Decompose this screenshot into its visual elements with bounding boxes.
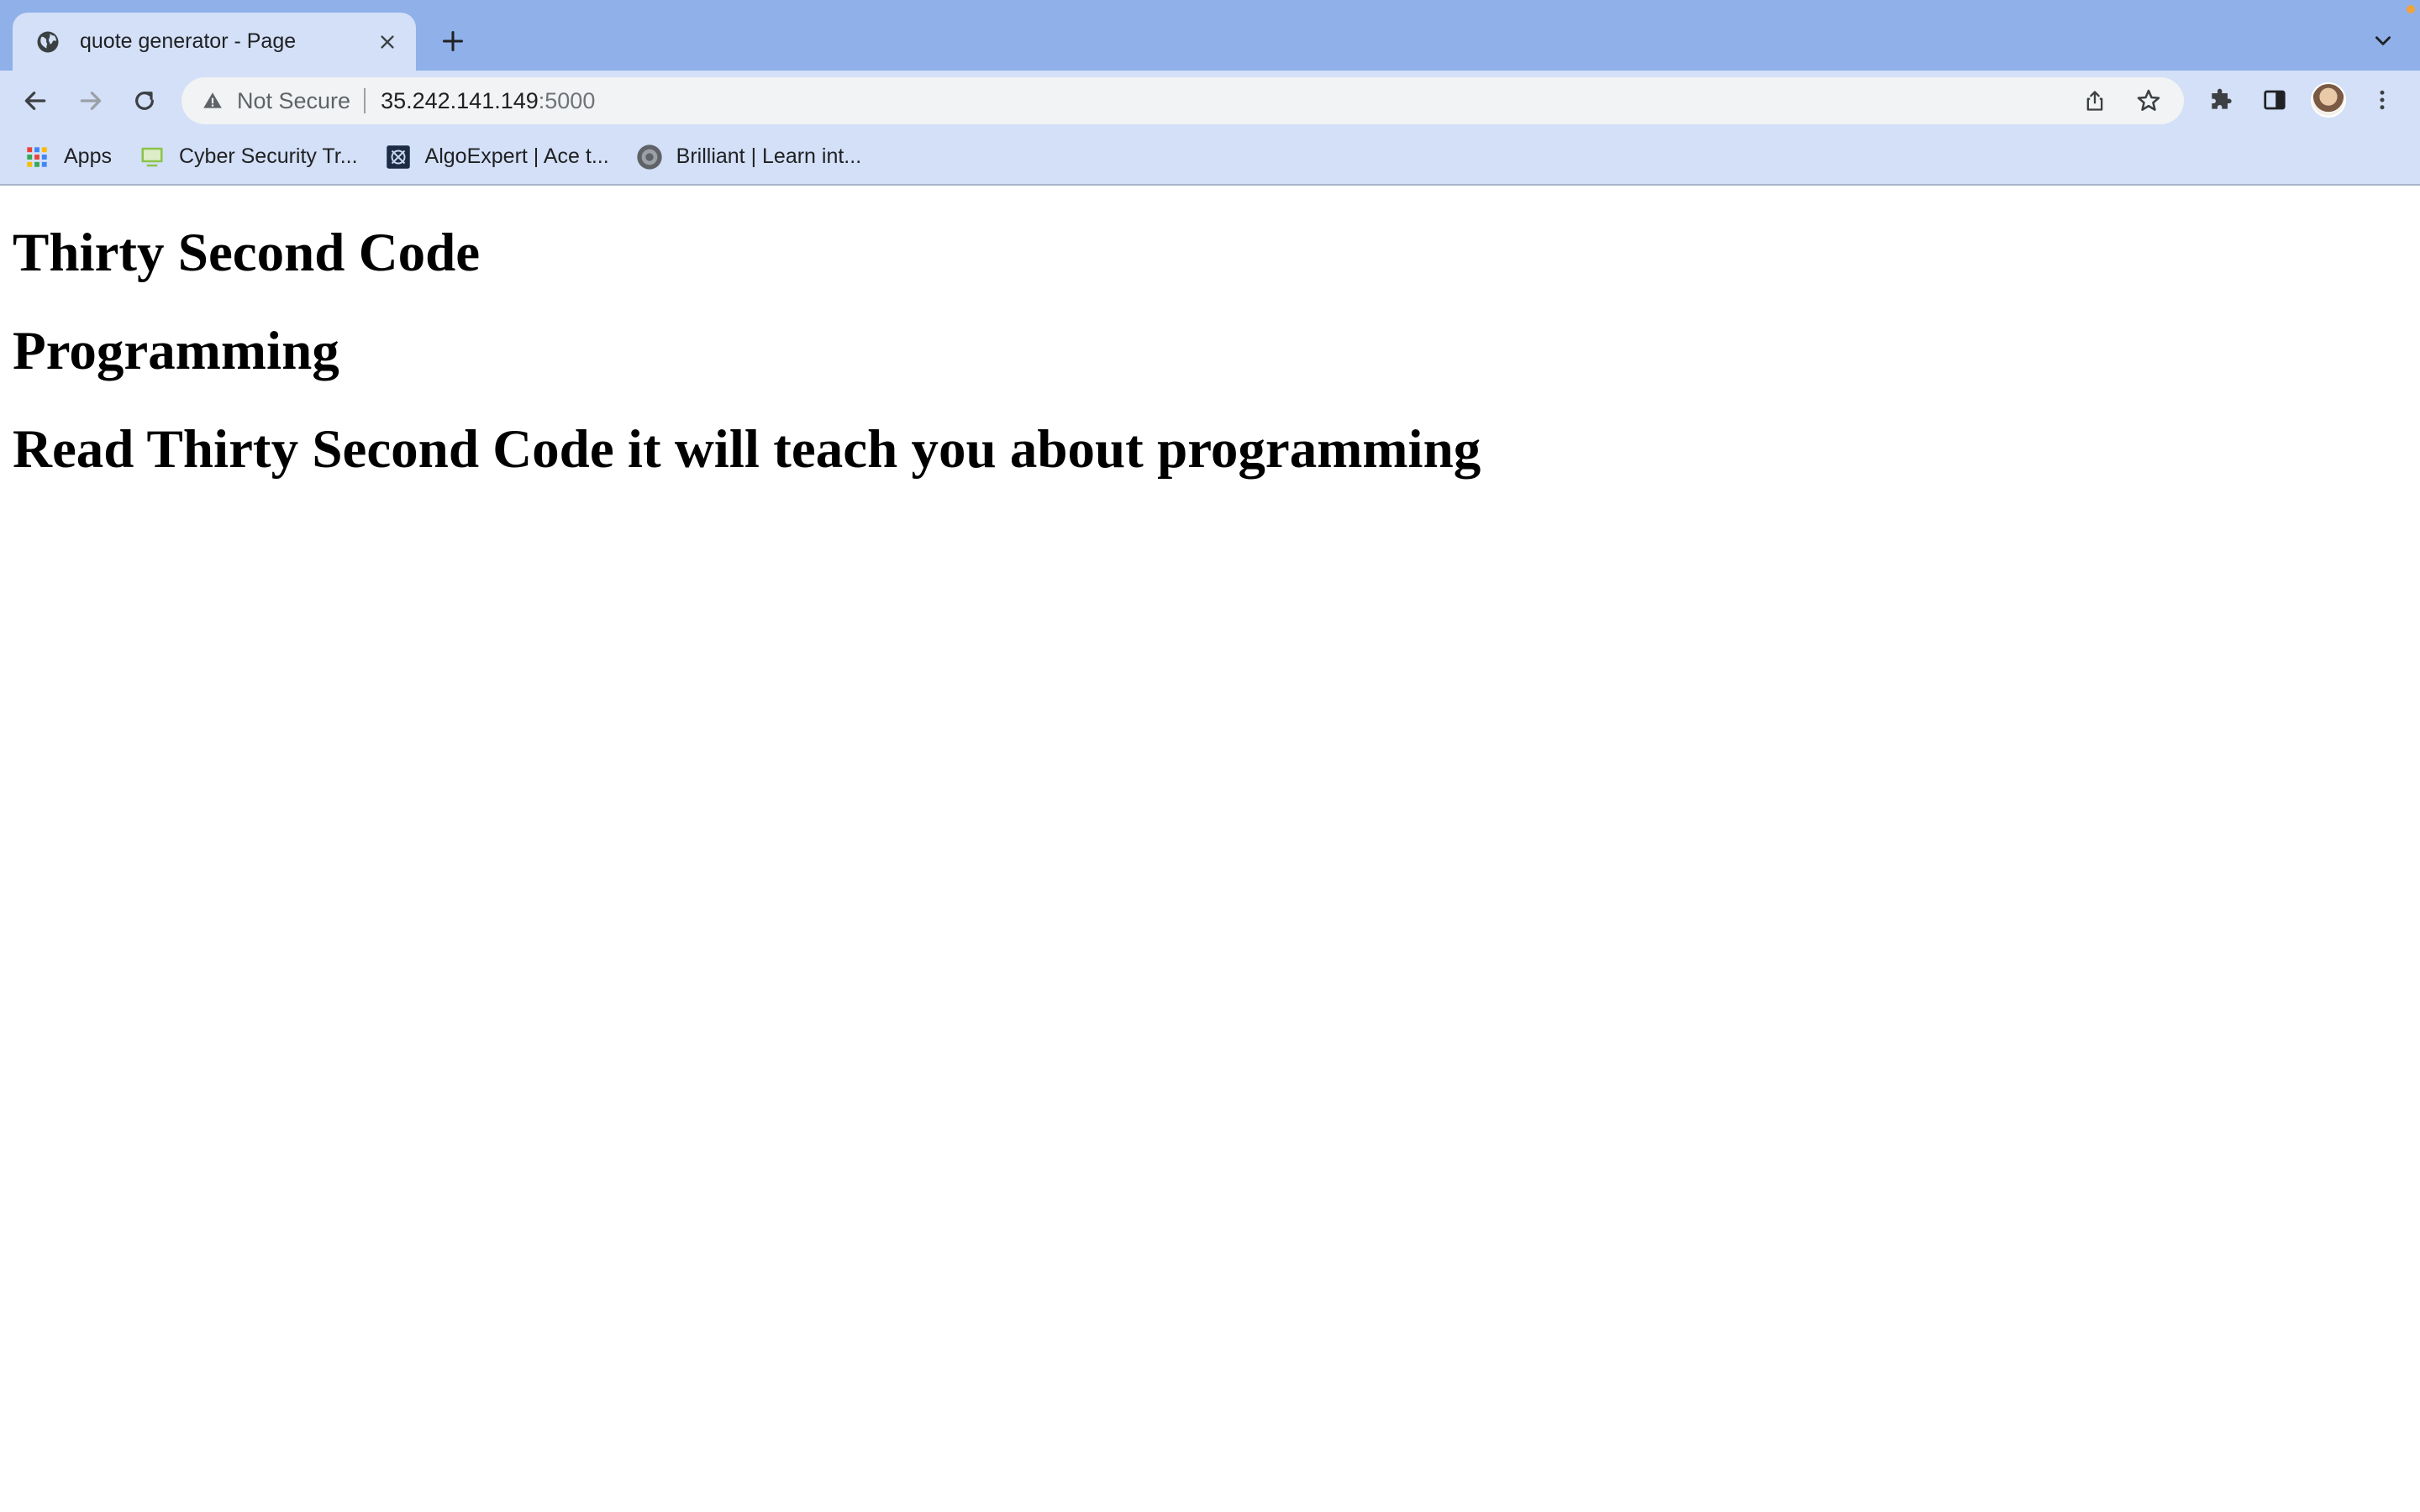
- back-arrow-icon[interactable]: [17, 82, 54, 119]
- url-host: 35.242.141.149: [381, 87, 539, 113]
- address-bar[interactable]: Not Secure 35.242.141.149:5000: [182, 77, 2184, 124]
- side-panel-icon[interactable]: [2255, 81, 2294, 119]
- warning-triangle-icon[interactable]: [198, 87, 227, 115]
- browser-tab[interactable]: quote generator - Page: [13, 13, 416, 71]
- avatar: [2311, 82, 2346, 118]
- reload-icon[interactable]: [126, 82, 163, 119]
- bookmark-label: Brilliant | Learn int...: [676, 144, 862, 168]
- algoexpert-icon: [385, 144, 412, 171]
- bookmark-label: Apps: [64, 144, 112, 168]
- more-vertical-icon[interactable]: [2363, 81, 2402, 119]
- bookmarks-bar: Apps Cyber Security Tr... AlgoExpert | A…: [0, 129, 2420, 186]
- page-title: Thirty Second Code: [13, 223, 481, 283]
- address-divider: [364, 88, 366, 113]
- profile-avatar[interactable]: [2309, 81, 2348, 119]
- tab-search-chevron-icon[interactable]: [2368, 25, 2398, 55]
- bookmark-label: Cyber Security Tr...: [178, 144, 358, 168]
- new-tab-icon[interactable]: [435, 24, 471, 59]
- bookmark-label: AlgoExpert | Ace t...: [424, 144, 609, 168]
- forward-arrow-icon[interactable]: [72, 82, 109, 119]
- security-status-label[interactable]: Not Secure: [237, 88, 350, 114]
- browser-toolbar: Not Secure 35.242.141.149:5000: [0, 71, 2420, 129]
- monitor-icon: [139, 144, 166, 171]
- page-content: Thirty Second Code Programming Read Thir…: [0, 186, 2420, 1512]
- bookmark-brilliant[interactable]: Brilliant | Learn int...: [636, 136, 861, 178]
- window-indicator-dot: [2407, 5, 2415, 13]
- extensions-puzzle-icon[interactable]: [2202, 81, 2240, 119]
- bookmark-cyber-security[interactable]: Cyber Security Tr...: [139, 136, 358, 178]
- close-tab-icon[interactable]: [371, 25, 404, 59]
- share-icon[interactable]: [2076, 82, 2113, 119]
- bookmark-apps[interactable]: Apps: [24, 136, 112, 178]
- globe-icon: [34, 29, 61, 55]
- tab-strip: quote generator - Page: [0, 0, 2420, 71]
- brilliant-icon: [636, 144, 663, 171]
- quote-text: Read Thirty Second Code it will teach yo…: [13, 419, 1481, 480]
- tab-title: quote generator - Page: [80, 29, 297, 53]
- url-port: :5000: [538, 87, 596, 113]
- apps-grid-icon: [24, 144, 50, 171]
- bookmark-star-icon[interactable]: [2130, 82, 2167, 119]
- category-heading: Programming: [13, 321, 339, 381]
- bookmark-algoexpert[interactable]: AlgoExpert | Ace t...: [385, 136, 609, 178]
